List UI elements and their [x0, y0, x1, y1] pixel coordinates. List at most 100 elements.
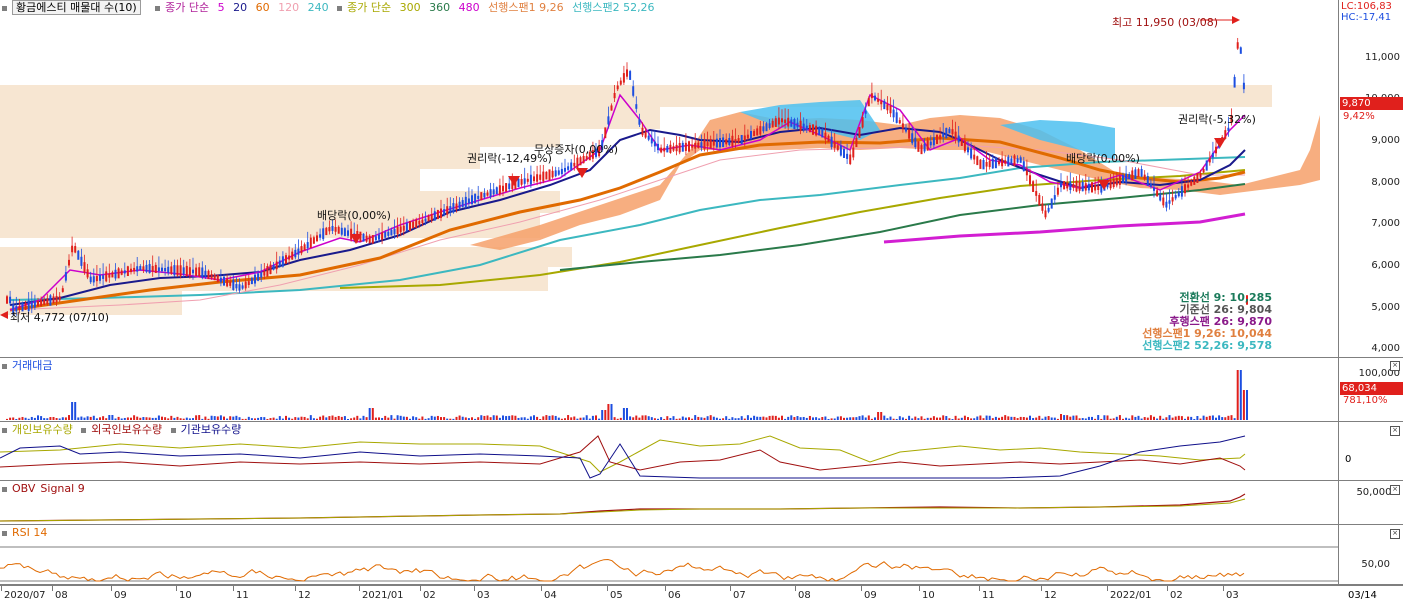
trading-value-bar: [95, 418, 98, 420]
candle-body: [142, 266, 145, 271]
candle-body: [703, 139, 706, 150]
trading-value-bar: [619, 417, 622, 420]
trading-value-axis[interactable]: 100,000 68,034 781,10% ×: [1338, 358, 1403, 422]
close-icon[interactable]: ×: [1390, 485, 1400, 495]
trading-value-bar: [306, 418, 309, 420]
candle-body: [260, 272, 263, 278]
candle-body: [759, 126, 762, 135]
time-axis[interactable]: 2020/07 08 09 10 11 12 2021/01 02 03 04 05 06 07 08 09…: [0, 585, 1403, 607]
candle-body: [548, 169, 551, 181]
trading-value-bar: [985, 415, 988, 420]
trading-value-bar: [275, 418, 278, 420]
trading-value-bar: [533, 415, 535, 420]
ma-legend-120: 120: [278, 1, 300, 14]
trading-value-bar: [517, 417, 520, 420]
time-axis-label: 11: [982, 590, 995, 601]
holdings-axis[interactable]: 0 ×: [1338, 422, 1403, 481]
candle-body: [480, 192, 483, 201]
obv-axis[interactable]: 50,000K ×: [1338, 481, 1403, 525]
trading-value-bar: [632, 417, 635, 420]
holdings-pane[interactable]: 개인보유수량 외국인보유수량 기관보유수량: [0, 422, 1338, 481]
trading-value-bar: [901, 417, 904, 420]
candle-body: [697, 142, 700, 149]
trading-value-bar: [316, 418, 318, 420]
candle-body: [852, 147, 855, 158]
trading-value-bar: [771, 415, 774, 420]
candle-body: [232, 279, 235, 290]
close-icon[interactable]: ×: [1390, 361, 1400, 371]
trading-value-bar: [1066, 415, 1069, 420]
trading-value-bar: [393, 418, 396, 420]
candle-body: [768, 123, 771, 129]
candle-body: [1091, 182, 1093, 193]
trading-value-bar: [502, 415, 504, 420]
candle-body: [805, 125, 808, 130]
trading-value-bar: [867, 415, 870, 420]
price-axis[interactable]: LC:106,83 HC:-17,41 11,000 10,000 9,870 …: [1338, 0, 1403, 358]
trading-value-bar: [976, 416, 979, 420]
candle-body: [529, 174, 532, 185]
candle-body: [1187, 184, 1190, 188]
candle-body: [1224, 130, 1227, 139]
y-tick: 7,000: [1371, 218, 1400, 229]
trading-value-bar: [325, 417, 328, 420]
candle-body: [455, 203, 458, 210]
candle-body: [37, 300, 39, 307]
candle-body: [508, 183, 511, 190]
chart-title[interactable]: 황금에스티 매물대 수(10): [12, 0, 141, 15]
trading-value-bar: [681, 416, 684, 420]
trading-value-bar: [805, 417, 808, 420]
rsi-pane[interactable]: RSI 14: [0, 525, 1338, 585]
trading-value-bar: [911, 418, 914, 420]
close-icon[interactable]: ×: [1390, 426, 1400, 436]
trading-value-bar: [440, 417, 442, 420]
trading-value-bar: [142, 417, 145, 420]
candle-body: [495, 187, 498, 195]
rsi-title: RSI 14: [12, 526, 48, 539]
candle-body: [64, 272, 67, 281]
trading-value-bar: [1004, 415, 1007, 420]
trading-value-bar: [802, 416, 805, 420]
candle-body: [1131, 170, 1134, 181]
trading-value-bar: [77, 417, 80, 420]
trading-value-bar: [244, 418, 247, 420]
candle-body: [288, 255, 291, 260]
trading-value-bar: [61, 417, 64, 420]
candle-body: [254, 274, 256, 284]
candle-body: [1128, 174, 1131, 180]
trading-value-bar: [15, 418, 18, 420]
candle-body: [1010, 158, 1013, 165]
trading-value-bar: [688, 417, 690, 420]
trading-value-bar: [908, 415, 911, 420]
trading-value-bar: [446, 418, 449, 420]
time-axis-label: 08: [798, 590, 811, 601]
candle-body: [126, 266, 129, 277]
trading-value-bar: [827, 418, 830, 420]
trading-value-bar: [1236, 370, 1239, 420]
candle-body: [201, 267, 204, 278]
candle-body: [616, 85, 619, 90]
obv-canvas: [0, 493, 1246, 522]
close-icon[interactable]: ×: [1390, 529, 1400, 539]
trading-value-bar: [601, 410, 604, 420]
rsi-axis[interactable]: 50,00 ×: [1338, 525, 1403, 585]
ma-legend-240: 240: [307, 1, 329, 14]
trading-value-bar: [759, 416, 762, 420]
trading-value-bar: [647, 416, 650, 420]
trading-value-pane[interactable]: 거래대금: [0, 358, 1338, 422]
candle-body: [908, 129, 911, 139]
trading-value-bar: [1032, 418, 1035, 420]
trading-value-bar: [173, 417, 176, 420]
trading-value-bar: [777, 417, 780, 420]
trading-value-bar: [30, 416, 33, 420]
candle-body: [219, 277, 222, 283]
price-chart-pane[interactable]: 황금에스티 매물대 수(10) 종가 단순 5 20 60 120 240 종가…: [0, 0, 1338, 358]
candle-body: [415, 219, 418, 229]
trading-value-bar: [694, 415, 697, 420]
candle-body: [994, 158, 997, 169]
candle-body: [1143, 174, 1146, 180]
trading-value-bar: [951, 418, 954, 420]
ma-legend-60: 60: [255, 1, 270, 14]
obv-pane[interactable]: OBV Signal 9: [0, 481, 1338, 525]
candle-body: [988, 160, 991, 168]
